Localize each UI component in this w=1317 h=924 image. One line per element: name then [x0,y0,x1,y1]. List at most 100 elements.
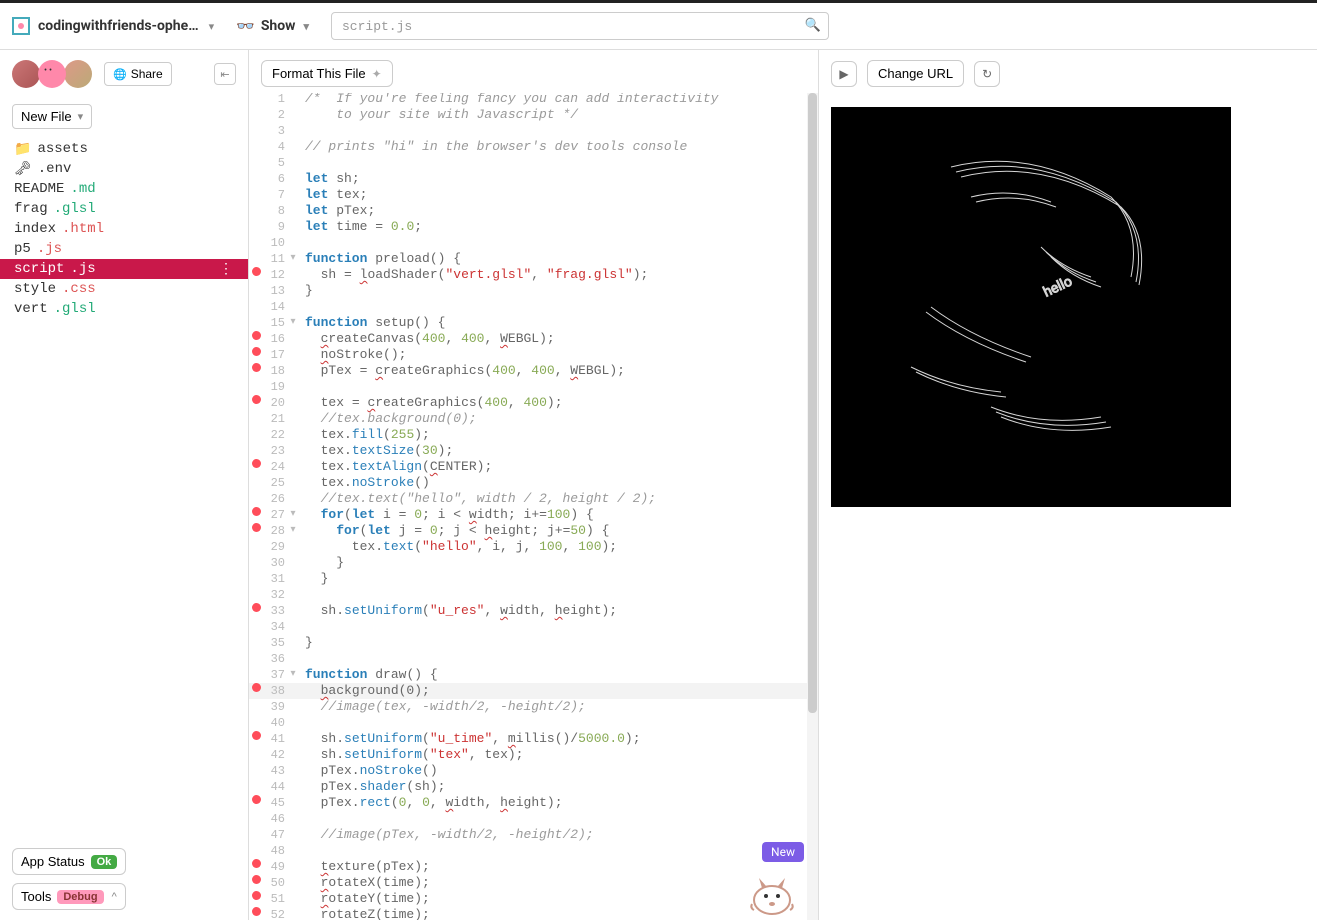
code-line[interactable]: 51 rotateY(time); [249,891,818,907]
code-line[interactable]: 10 [249,235,818,251]
project-name[interactable]: codingwithfriends-ophe… [38,18,199,34]
code-text[interactable]: } [299,571,328,587]
code-line[interactable]: 20 tex = createGraphics(400, 400); [249,395,818,411]
search-icon[interactable]: 🔍 [805,18,821,33]
code-line[interactable]: 37▾function draw() { [249,667,818,683]
code-line[interactable]: 38 background(0); [249,683,818,699]
code-line[interactable]: 32 [249,587,818,603]
code-line[interactable]: 33 sh.setUniform("u_res", width, height)… [249,603,818,619]
gutter-marker[interactable] [249,891,263,900]
code-text[interactable]: } [299,283,313,299]
code-line[interactable]: 2 to your site with Javascript */ [249,107,818,123]
gutter-marker[interactable] [249,331,263,340]
change-url-button[interactable]: Change URL [867,60,964,87]
code-line[interactable]: 24 tex.textAlign(CENTER); [249,459,818,475]
code-text[interactable]: for(let j = 0; j < height; j+=50) { [299,523,609,539]
scrollbar-thumb[interactable] [808,93,817,713]
fold-icon[interactable]: ▾ [287,523,299,539]
gutter-marker[interactable] [249,731,263,740]
fold-icon[interactable]: ▾ [287,667,299,683]
code-line[interactable]: 18 pTex = createGraphics(400, 400, WEBGL… [249,363,818,379]
scrollbar[interactable] [807,93,818,920]
code-text[interactable]: //tex.background(0); [299,411,477,427]
code-line[interactable]: 17 noStroke(); [249,347,818,363]
code-line[interactable]: 39 //image(tex, -width/2, -height/2); [249,699,818,715]
code-line[interactable]: 14 [249,299,818,315]
code-text[interactable]: background(0); [299,683,430,699]
code-text[interactable]: tex.noStroke() [299,475,430,491]
code-line[interactable]: 34 [249,619,818,635]
code-line[interactable]: 26 //tex.text("hello", width / 2, height… [249,491,818,507]
code-editor[interactable]: 1/* If you're feeling fancy you can add … [249,93,818,920]
file-row[interactable]: script.js⋮ [0,259,248,279]
code-text[interactable]: pTex.rect(0, 0, width, height); [299,795,563,811]
code-text[interactable]: pTex = createGraphics(400, 400, WEBGL); [299,363,625,379]
code-text[interactable]: let time = 0.0; [299,219,422,235]
show-menu[interactable]: 👓 Show ▾ [236,17,309,35]
file-row[interactable]: vert.glsl [0,299,248,319]
tools-button[interactable]: ToolsDebug^ [12,883,126,910]
code-line[interactable]: 22 tex.fill(255); [249,427,818,443]
code-text[interactable]: } [299,635,313,651]
file-row[interactable]: style.css [0,279,248,299]
code-text[interactable]: function preload() { [299,251,461,267]
code-line[interactable]: 11▾function preload() { [249,251,818,267]
code-line[interactable]: 52 rotateZ(time); [249,907,818,920]
code-text[interactable]: sh.setUniform("u_res", width, height); [299,603,617,619]
code-text[interactable]: //image(pTex, -width/2, -height/2); [299,827,594,843]
code-line[interactable]: 4// prints "hi" in the browser's dev too… [249,139,818,155]
code-text[interactable]: rotateX(time); [299,875,430,891]
code-line[interactable]: 45 pTex.rect(0, 0, width, height); [249,795,818,811]
play-button[interactable]: ▶ [831,61,857,87]
code-line[interactable]: 19 [249,379,818,395]
avatar[interactable] [12,60,40,88]
code-line[interactable]: 31 } [249,571,818,587]
code-text[interactable]: pTex.shader(sh); [299,779,445,795]
fold-icon[interactable]: ▾ [287,507,299,523]
new-file-button[interactable]: New File▾ [12,104,92,129]
format-file-button[interactable]: Format This File✦ [261,60,393,87]
code-text[interactable]: pTex.noStroke() [299,763,438,779]
code-line[interactable]: 5 [249,155,818,171]
code-text[interactable]: // prints "hi" in the browser's dev tool… [299,139,687,155]
code-line[interactable]: 40 [249,715,818,731]
glitch-mascot-icon[interactable] [744,860,800,920]
code-text[interactable]: texture(pTex); [299,859,430,875]
code-line[interactable]: 48 [249,843,818,859]
code-text[interactable]: let sh; [299,171,360,187]
code-text[interactable]: function draw() { [299,667,438,683]
code-text[interactable]: } [299,555,344,571]
share-button[interactable]: Share [104,62,172,86]
gutter-marker[interactable] [249,603,263,612]
code-text[interactable]: tex.fill(255); [299,427,430,443]
code-line[interactable]: 8let pTex; [249,203,818,219]
app-status-button[interactable]: App StatusOk [12,848,126,875]
code-text[interactable]: tex = createGraphics(400, 400); [299,395,563,411]
code-line[interactable]: 44 pTex.shader(sh); [249,779,818,795]
code-text[interactable]: let pTex; [299,203,375,219]
code-text[interactable]: sh = loadShader("vert.glsl", "frag.glsl"… [299,267,648,283]
code-line[interactable]: 49 texture(pTex); [249,859,818,875]
search-input[interactable] [331,12,829,40]
code-line[interactable]: 12 sh = loadShader("vert.glsl", "frag.gl… [249,267,818,283]
file-row[interactable]: p5.js [0,239,248,259]
fold-icon[interactable]: ▾ [287,315,299,331]
file-menu-icon[interactable]: ⋮ [219,261,234,278]
code-line[interactable]: 30 } [249,555,818,571]
gutter-marker[interactable] [249,859,263,868]
code-line[interactable]: 16 createCanvas(400, 400, WEBGL); [249,331,818,347]
file-row[interactable]: frag.glsl [0,199,248,219]
code-text[interactable]: function setup() { [299,315,445,331]
avatar[interactable] [64,60,92,88]
code-line[interactable]: 42 sh.setUniform("tex", tex); [249,747,818,763]
code-line[interactable]: 23 tex.textSize(30); [249,443,818,459]
code-text[interactable]: sh.setUniform("tex", tex); [299,747,523,763]
code-line[interactable]: 7let tex; [249,187,818,203]
chevron-down-icon[interactable]: ▾ [209,20,215,33]
file-row[interactable]: 📁assets [0,139,248,159]
code-line[interactable]: 28▾ for(let j = 0; j < height; j+=50) { [249,523,818,539]
gutter-marker[interactable] [249,795,263,804]
file-row[interactable]: README.md [0,179,248,199]
code-line[interactable]: 15▾function setup() { [249,315,818,331]
gutter-marker[interactable] [249,907,263,916]
